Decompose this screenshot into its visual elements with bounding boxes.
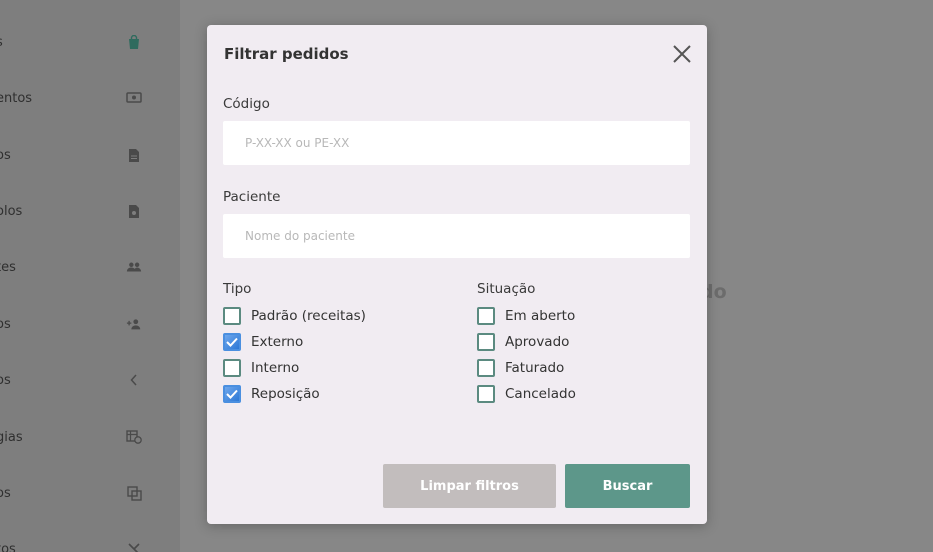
sidebar-item-5[interactable]: tes <box>0 255 180 279</box>
check-icon <box>226 337 238 347</box>
checkbox[interactable] <box>223 359 241 377</box>
close-button[interactable] <box>671 43 693 65</box>
situacao-option-aprovado[interactable]: Aprovado <box>477 329 576 355</box>
sidebar-item-label: os <box>0 316 11 332</box>
situacao-option-em-aberto[interactable]: Em aberto <box>477 303 576 329</box>
option-label: Externo <box>251 334 304 350</box>
tools-icon <box>126 541 142 552</box>
checkbox[interactable] <box>223 333 241 351</box>
option-label: Reposição <box>251 386 320 402</box>
sidebar: s entos os olos tes os os <box>0 0 180 552</box>
sidebar-item-label: entos <box>0 90 33 106</box>
checkbox[interactable] <box>477 385 495 403</box>
codigo-input[interactable] <box>223 121 690 165</box>
situacao-option-cancelado[interactable]: Cancelado <box>477 381 576 407</box>
checkbox[interactable] <box>223 307 241 325</box>
checkbox[interactable] <box>477 359 495 377</box>
sidebar-item-9[interactable]: os <box>0 481 180 505</box>
sidebar-item-8[interactable]: gias <box>0 425 180 449</box>
checkbox[interactable] <box>477 307 495 325</box>
situacao-group: Situação Em aberto Aprovado Faturado Can… <box>477 281 576 407</box>
option-label: Interno <box>251 360 300 376</box>
paciente-input[interactable] <box>223 214 690 258</box>
money-icon <box>126 90 142 106</box>
option-label: Faturado <box>505 360 565 376</box>
checkbox[interactable] <box>477 333 495 351</box>
sidebar-item-2[interactable]: entos <box>0 86 180 110</box>
sidebar-item-7[interactable]: os <box>0 368 180 392</box>
check-icon <box>226 389 238 399</box>
sidebar-item-10[interactable]: tos <box>0 537 180 552</box>
option-label: Aprovado <box>505 334 570 350</box>
person-add-icon <box>126 316 142 332</box>
copy-icon <box>126 485 142 501</box>
filter-dialog: Filtrar pedidos Código Paciente Tipo Pad… <box>207 25 707 524</box>
shopping-bag-icon <box>126 34 142 50</box>
sidebar-item-4[interactable]: olos <box>0 199 180 223</box>
tipo-group: Tipo Padrão (receitas) Externo Interno R… <box>223 281 366 407</box>
codigo-label: Código <box>223 96 270 112</box>
situacao-title: Situação <box>477 281 536 297</box>
dialog-title: Filtrar pedidos <box>224 45 349 63</box>
checkbox[interactable] <box>223 385 241 403</box>
sidebar-item-label: os <box>0 147 11 163</box>
tipo-title: Tipo <box>223 281 252 297</box>
sidebar-item-label: tes <box>0 259 16 275</box>
tipo-option-reposicao[interactable]: Reposição <box>223 381 366 407</box>
tipo-option-interno[interactable]: Interno <box>223 355 366 381</box>
paciente-label: Paciente <box>223 189 281 205</box>
clear-filters-button[interactable]: Limpar filtros <box>383 464 556 508</box>
option-label: Cancelado <box>505 386 576 402</box>
sidebar-item-label: olos <box>0 203 23 219</box>
document-icon <box>126 147 142 163</box>
search-button[interactable]: Buscar <box>565 464 690 508</box>
tipo-option-padrao[interactable]: Padrão (receitas) <box>223 303 366 329</box>
option-label: Padrão (receitas) <box>251 308 366 324</box>
table-clock-icon <box>126 429 142 445</box>
sidebar-item-label: s <box>0 35 3 50</box>
sidebar-item-label: gias <box>0 429 23 445</box>
file-icon <box>126 203 142 219</box>
sidebar-item-3[interactable]: os <box>0 143 180 167</box>
situacao-option-faturado[interactable]: Faturado <box>477 355 576 381</box>
sidebar-item-label: os <box>0 372 11 388</box>
people-icon <box>126 259 142 275</box>
option-label: Em aberto <box>505 308 576 324</box>
sidebar-item-label: tos <box>0 541 16 552</box>
sidebar-item-label: os <box>0 485 11 501</box>
sidebar-item-6[interactable]: os <box>0 312 180 336</box>
chevron-left-icon[interactable] <box>126 372 142 388</box>
close-icon <box>673 45 691 63</box>
sidebar-item-1[interactable]: s <box>0 30 180 54</box>
tipo-option-externo[interactable]: Externo <box>223 329 366 355</box>
